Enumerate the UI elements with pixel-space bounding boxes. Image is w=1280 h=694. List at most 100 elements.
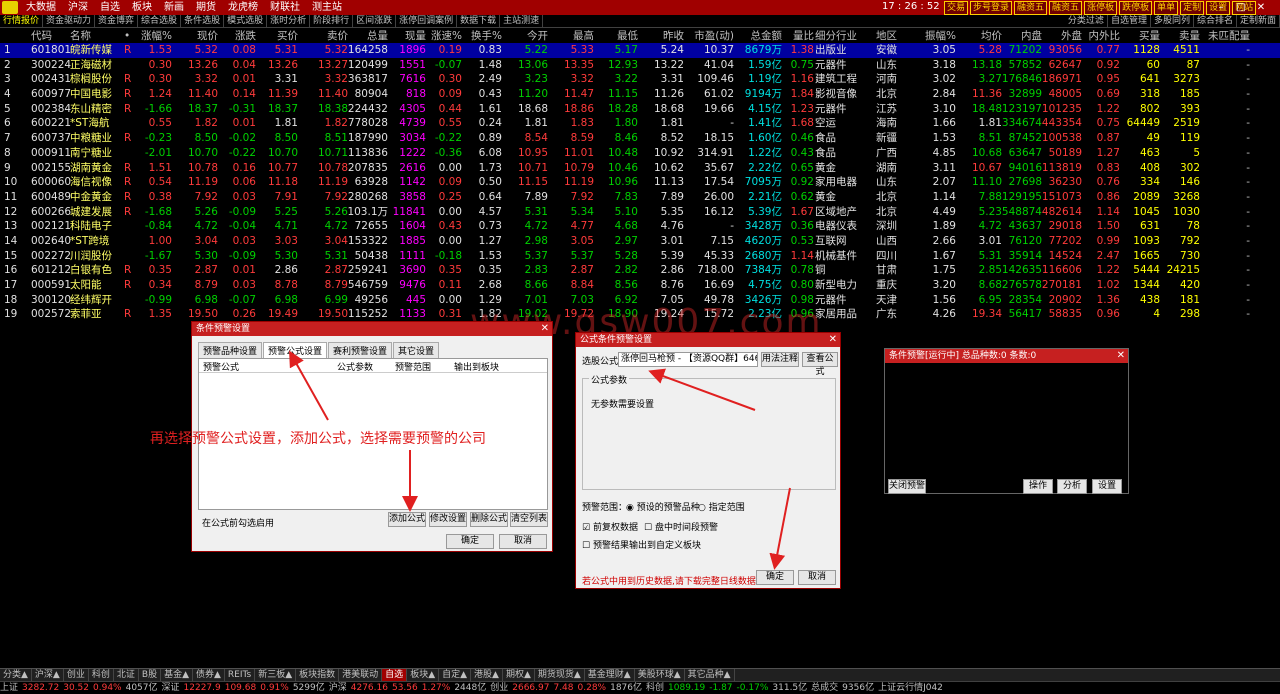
tab[interactable]: 阶段排行 xyxy=(310,14,354,28)
formula-select[interactable]: 涨停回马枪预 - 【资源QQ群】646 xyxy=(618,352,758,367)
market-tab[interactable]: 自定▲ xyxy=(439,669,472,681)
column-header[interactable]: 量比 xyxy=(776,29,814,44)
tab[interactable]: 多股同列 xyxy=(1151,15,1194,28)
column-header[interactable]: 内盘 xyxy=(998,29,1042,44)
list-column-header[interactable]: 预警公式 xyxy=(203,360,239,373)
market-tab[interactable]: 其它品种▲ xyxy=(685,669,735,681)
tab[interactable]: 涨时分析 xyxy=(267,14,311,28)
analyze-button[interactable]: 分析 xyxy=(1057,479,1087,494)
market-tab[interactable]: 板块指数 xyxy=(296,669,340,681)
dialog-action-button[interactable]: 清空列表 xyxy=(510,512,548,527)
market-tab[interactable]: 自选 xyxy=(382,669,408,681)
column-header[interactable]: 买价 xyxy=(258,29,298,44)
menu-brand[interactable]: 大数据 xyxy=(20,0,62,15)
column-header[interactable]: 现量 xyxy=(386,29,426,44)
menu-item[interactable]: 财联社 xyxy=(264,0,306,15)
table-row[interactable]: 13 002121 科陆电子 -0.84 4.72 -0.04 4.71 4.72 72655 1… xyxy=(0,219,1280,234)
column-header[interactable]: 最低 xyxy=(596,29,638,44)
column-header[interactable]: 市盈(动) xyxy=(684,29,734,44)
table-row[interactable]: 9 002155 湖南黄金 R 1.51 10.78 0.16 10.77 10.78 20783… xyxy=(0,161,1280,176)
usage-button[interactable]: 用法注释 xyxy=(761,352,799,367)
menu-item[interactable]: 测主站 xyxy=(306,0,348,15)
market-tab[interactable]: 创业 xyxy=(64,669,89,681)
table-row[interactable]: 11 600489 中金黄金 R 0.38 7.92 0.03 7.91 7.92 280268 3… xyxy=(0,190,1280,205)
view-formula-button[interactable]: 查看公式 xyxy=(802,352,838,377)
toolbar-button[interactable]: 涨停板 xyxy=(1084,1,1118,15)
output-block-checkbox[interactable]: ☐ 预警结果输出到自定义板块 xyxy=(582,538,701,551)
toolbar-button[interactable]: 融资五 xyxy=(1014,1,1048,15)
market-tab[interactable]: REITs xyxy=(225,669,256,681)
ok-button[interactable]: 确定 xyxy=(756,570,794,585)
column-header[interactable]: 均价 xyxy=(958,29,1002,44)
table-row[interactable]: 8 000911 南宁糖业 -2.01 10.70 -0.22 10.70 10.71 1138… xyxy=(0,146,1280,161)
column-header[interactable]: 外盘 xyxy=(1040,29,1082,44)
column-header[interactable]: 细分行业 xyxy=(815,29,877,44)
table-row[interactable]: 17 000591 太阳能 R 0.34 8.79 0.03 8.78 8.79 546759 94… xyxy=(0,278,1280,293)
market-tab[interactable]: B股 xyxy=(139,669,162,681)
tab[interactable]: 模式选股 xyxy=(224,14,268,28)
list-column-header[interactable]: 输出到板块 xyxy=(454,360,499,373)
tab[interactable]: 条件选股 xyxy=(181,14,225,28)
tab[interactable]: 涨停回调案例 xyxy=(396,14,458,28)
table-row[interactable]: 3 002431 棕榈股份 R 0.30 3.32 0.01 3.31 3.32 363817 76… xyxy=(0,72,1280,87)
market-tab[interactable]: 债券▲ xyxy=(193,669,225,681)
market-tab[interactable]: 港美联动 xyxy=(339,669,383,681)
operate-button[interactable]: 操作 xyxy=(1023,479,1053,494)
column-header[interactable]: 换手% xyxy=(462,29,502,44)
ok-button[interactable]: 确定 xyxy=(446,534,494,549)
list-column-header[interactable]: 预警范围 xyxy=(395,360,431,373)
minimize-icon[interactable]: – xyxy=(1214,0,1228,15)
column-header[interactable]: 地区 xyxy=(876,29,912,44)
column-header[interactable]: 涨幅% xyxy=(134,29,172,44)
market-tab[interactable]: 美股环球▲ xyxy=(635,669,685,681)
column-header[interactable]: 未匹配量 xyxy=(1204,29,1250,44)
table-row[interactable]: 16 601212 白银有色 R 0.35 2.87 0.01 2.86 2.87 259241 3… xyxy=(0,263,1280,278)
toolbar-button[interactable]: 融资五 xyxy=(1049,1,1083,15)
dialog-tab[interactable]: 预警品种设置 xyxy=(198,342,263,358)
column-header[interactable]: 内外比 xyxy=(1078,29,1121,44)
toolbar-button[interactable]: 步号登录 xyxy=(970,1,1013,15)
column-header[interactable]: 振幅% xyxy=(916,29,956,44)
tab[interactable]: 主站测速 xyxy=(500,14,544,28)
dialog-tab[interactable]: 赛利预警设置 xyxy=(328,342,393,358)
tab[interactable]: 资金博弈 xyxy=(95,14,139,28)
table-row[interactable]: 5 002384 东山精密 R -1.66 18.37 -0.31 18.37 18.38 224… xyxy=(0,102,1280,117)
column-header[interactable]: 今开 xyxy=(508,29,548,44)
column-header[interactable]: 涨速% xyxy=(424,29,462,44)
market-tab[interactable]: 板块▲ xyxy=(407,669,440,681)
range-radio-preset[interactable]: ◉ 预设的预警品种 xyxy=(626,500,700,513)
dialog-action-button[interactable]: 删除公式 xyxy=(470,512,508,527)
tab[interactable]: 自选管理 xyxy=(1108,15,1151,28)
column-header[interactable]: 总量 xyxy=(338,29,388,44)
menu-item[interactable]: 新画 xyxy=(158,0,190,15)
column-header[interactable]: 昨收 xyxy=(640,29,684,44)
market-tab[interactable]: 期货现货▲ xyxy=(535,669,585,681)
table-row[interactable]: 6 600221 *ST海航 0.55 1.82 0.01 1.81 1.82 778028 47… xyxy=(0,116,1280,131)
close-icon[interactable]: ✕ xyxy=(541,322,549,336)
market-tab[interactable]: 分类▲ xyxy=(0,669,32,681)
market-tab[interactable]: 科创 xyxy=(89,669,114,681)
tab[interactable]: 数据下载 xyxy=(457,14,501,28)
market-tab[interactable]: 基金理财▲ xyxy=(585,669,635,681)
close-icon[interactable]: ✕ xyxy=(1254,0,1268,15)
adjusted-data-checkbox[interactable]: ☑ 前复权数据 xyxy=(582,520,638,533)
cancel-button[interactable]: 取消 xyxy=(798,570,836,585)
toolbar-button[interactable]: 交易 xyxy=(944,1,969,15)
range-radio-custom[interactable]: ○ 指定范围 xyxy=(698,500,745,513)
dialog-action-button[interactable]: 添加公式 xyxy=(388,512,426,527)
menu-item[interactable]: 自选 xyxy=(94,0,126,15)
dialog-action-button[interactable]: 修改设置 xyxy=(429,512,467,527)
table-row[interactable]: 10 600060 海信视像 R 0.54 11.19 0.06 11.18 11.19 6392… xyxy=(0,175,1280,190)
dialog-tab[interactable]: 预警公式设置 xyxy=(263,342,328,358)
column-header[interactable]: 总金额 xyxy=(730,29,783,44)
menu-item[interactable]: 龙虎榜 xyxy=(222,0,264,15)
dialog-tab[interactable]: 其它设置 xyxy=(393,342,440,358)
market-tab[interactable]: 新三板▲ xyxy=(255,669,297,681)
table-row[interactable]: 2 300224 正海磁材 0.30 13.26 0.04 13.26 13.27 120499… xyxy=(0,58,1280,73)
tab[interactable]: 资金驱动力 xyxy=(43,14,96,28)
column-header[interactable]: 卖量 xyxy=(1158,29,1200,44)
close-icon[interactable]: ✕ xyxy=(1117,349,1125,363)
settings-button[interactable]: 设置 xyxy=(1092,479,1122,494)
close-alert-button[interactable]: 关闭预警 xyxy=(888,479,926,494)
column-header[interactable]: 名称 xyxy=(70,29,130,44)
